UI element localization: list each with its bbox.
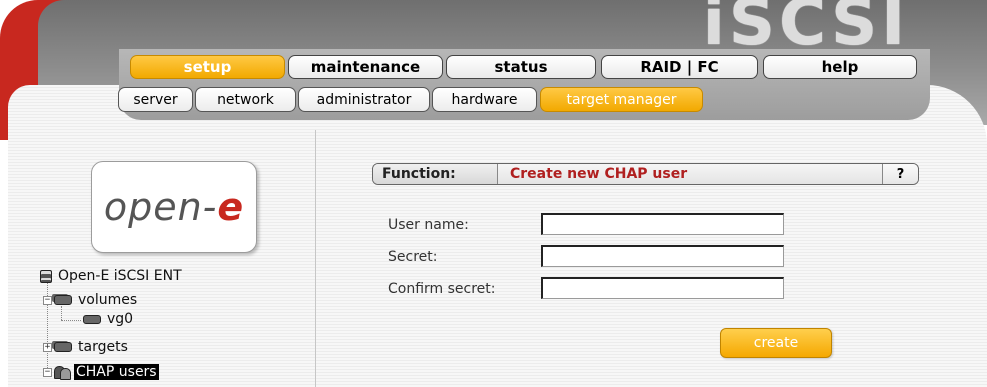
drive-icon [83,314,101,324]
subtab-server[interactable]: server [118,87,193,112]
tree-root-label: Open-E iSCSI ENT [58,268,182,284]
tree-root[interactable]: Open-E iSCSI ENT [40,267,184,285]
volumes-icon [54,295,72,305]
users-icon [54,365,71,380]
tree-item-label: CHAP users [74,364,159,380]
expand-icon[interactable]: + [43,342,52,352]
tree-item-label: vg0 [107,311,134,327]
tab-status[interactable]: status [446,55,596,79]
tree-item-label: targets [78,339,128,355]
tree-item-vg0[interactable]: vg0 [83,310,135,328]
user-name-input[interactable] [541,213,784,235]
function-title: Create new CHAP user [498,164,882,184]
tree-item-label: volumes [78,292,138,308]
tree-item-volumes[interactable]: − volumes [43,291,139,309]
create-button[interactable]: create [720,328,832,358]
confirm-secret-input[interactable] [541,277,784,299]
tab-setup[interactable]: setup [130,55,285,79]
function-bar: Function: Create new CHAP user ? [372,163,919,185]
collapse-icon[interactable]: − [43,367,52,377]
logo-accent: e [217,185,245,229]
subtab-network[interactable]: network [195,87,296,112]
tab-help[interactable]: help [763,55,917,79]
function-label: Function: [373,164,498,184]
open-e-logo: open-e [91,161,257,253]
panel-divider [315,130,316,387]
tab-raid-fc[interactable]: RAID | FC [601,55,758,79]
collapse-icon[interactable]: − [43,295,52,305]
help-button[interactable]: ? [882,164,918,184]
tree-line [61,320,81,321]
tree-item-targets[interactable]: + targets [43,338,130,356]
server-icon [40,269,52,283]
logo-text: open- [103,185,218,229]
secret-label: Secret: [388,249,438,265]
tab-maintenance[interactable]: maintenance [288,55,443,79]
tree-item-chap-users[interactable]: − CHAP users [43,363,159,381]
subtab-target-manager[interactable]: target manager [540,87,703,112]
subtab-administrator[interactable]: administrator [298,87,430,112]
subtab-hardware[interactable]: hardware [432,87,537,112]
confirm-secret-label: Confirm secret: [388,281,496,297]
targets-icon [54,342,72,352]
secret-input[interactable] [541,245,784,267]
user-name-label: User name: [388,217,469,233]
